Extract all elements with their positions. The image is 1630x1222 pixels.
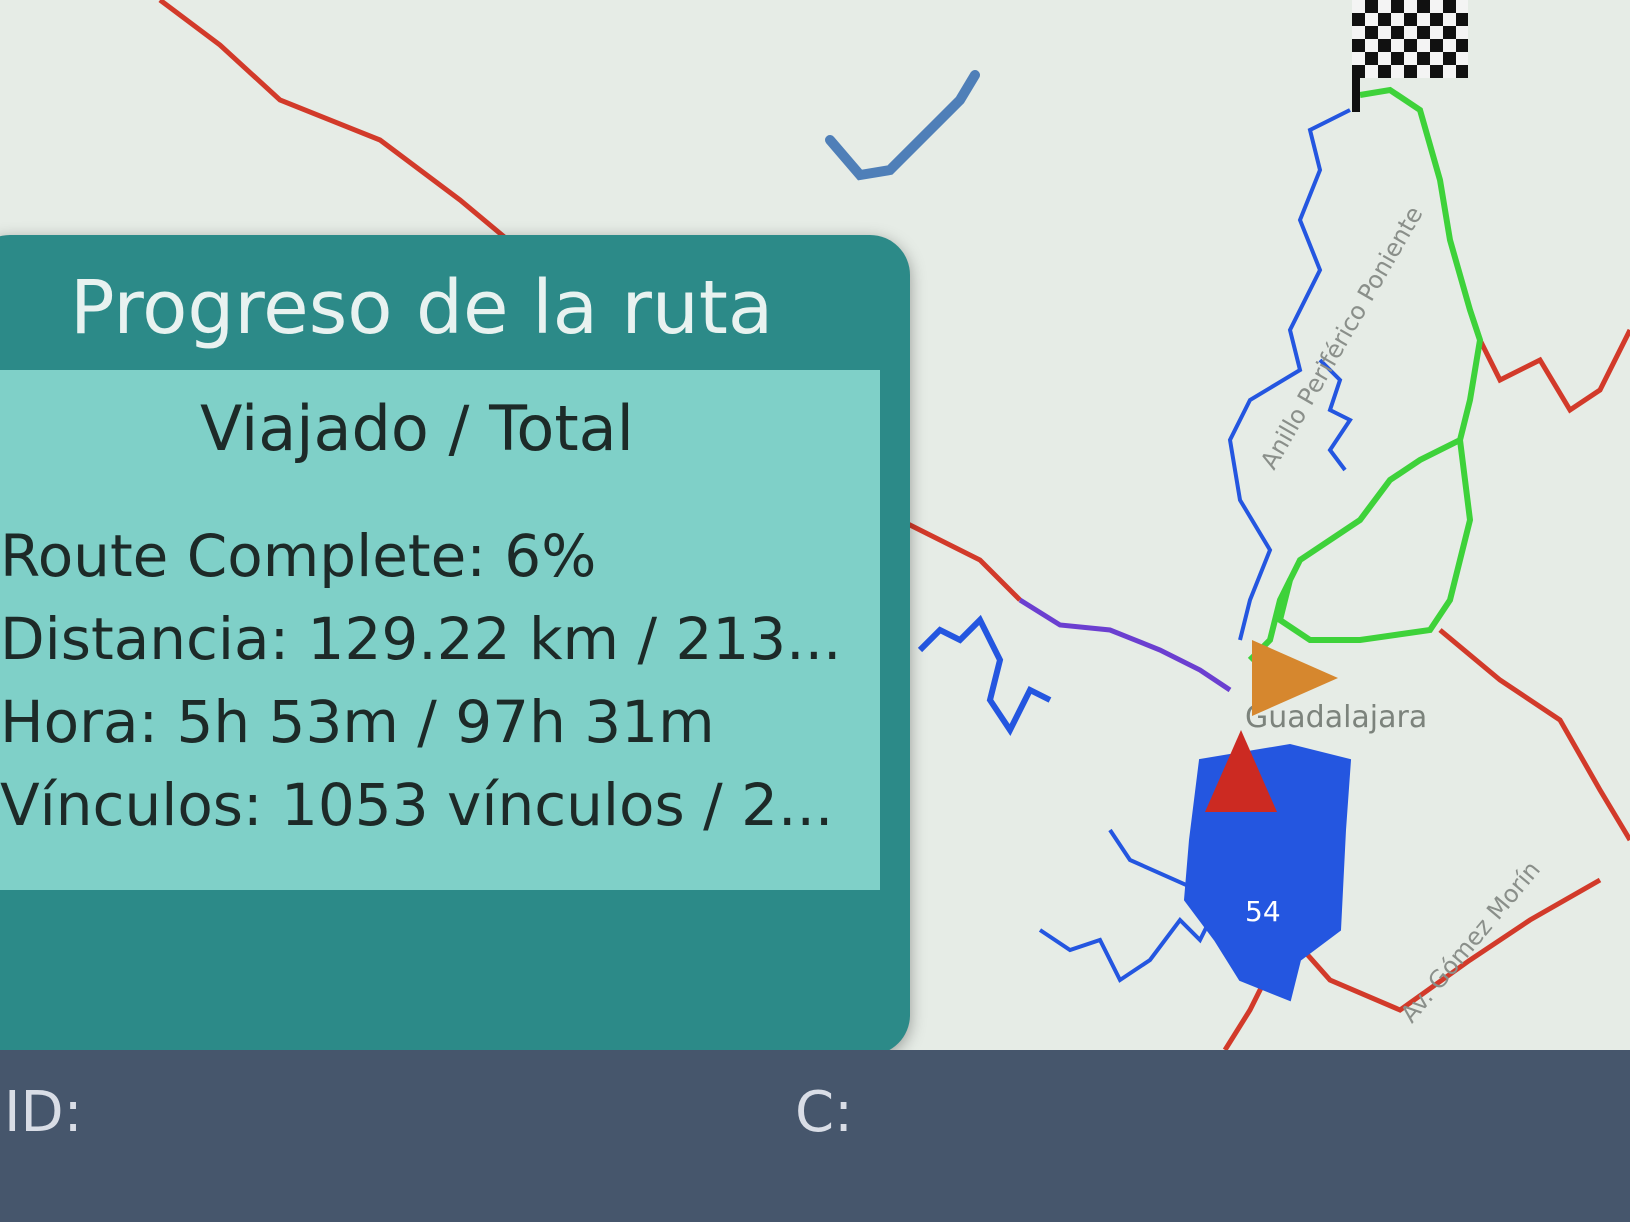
c-label: C: [795, 1080, 853, 1145]
map-label-route-number: 54 [1245, 895, 1281, 928]
bottom-status-bar: ID: C: [0, 1050, 1630, 1222]
panel-subtitle: Viajado / Total [200, 392, 634, 465]
gps-screen: Anillo Periférico Poniente Guadalajara A… [0, 0, 1630, 1222]
traveled-route [1018, 597, 1232, 693]
direction-marker-icon [1205, 730, 1277, 812]
river-north [825, 70, 980, 181]
id-label: ID: [4, 1080, 83, 1145]
time-stat: Hora: 5h 53m / 97h 31m [0, 688, 715, 756]
panel-title: Progreso de la ruta [70, 265, 774, 351]
panel-body: Viajado / Total Route Complete: 6% Dista… [0, 370, 880, 890]
position-arrow-icon [1252, 640, 1338, 716]
links-stat: Vínculos: 1053 vínculos / 2... [0, 771, 834, 839]
finish-flag-icon [1352, 0, 1468, 78]
route-complete-stat: Route Complete: 6% [0, 522, 597, 590]
river-west [917, 614, 1052, 736]
road-red-southeast [1438, 628, 1630, 842]
route-progress-panel[interactable]: Progreso de la ruta Viajado / Total Rout… [0, 235, 910, 1055]
road-red-east [1477, 328, 1630, 414]
distance-stat: Distancia: 129.22 km / 213... [0, 605, 842, 673]
